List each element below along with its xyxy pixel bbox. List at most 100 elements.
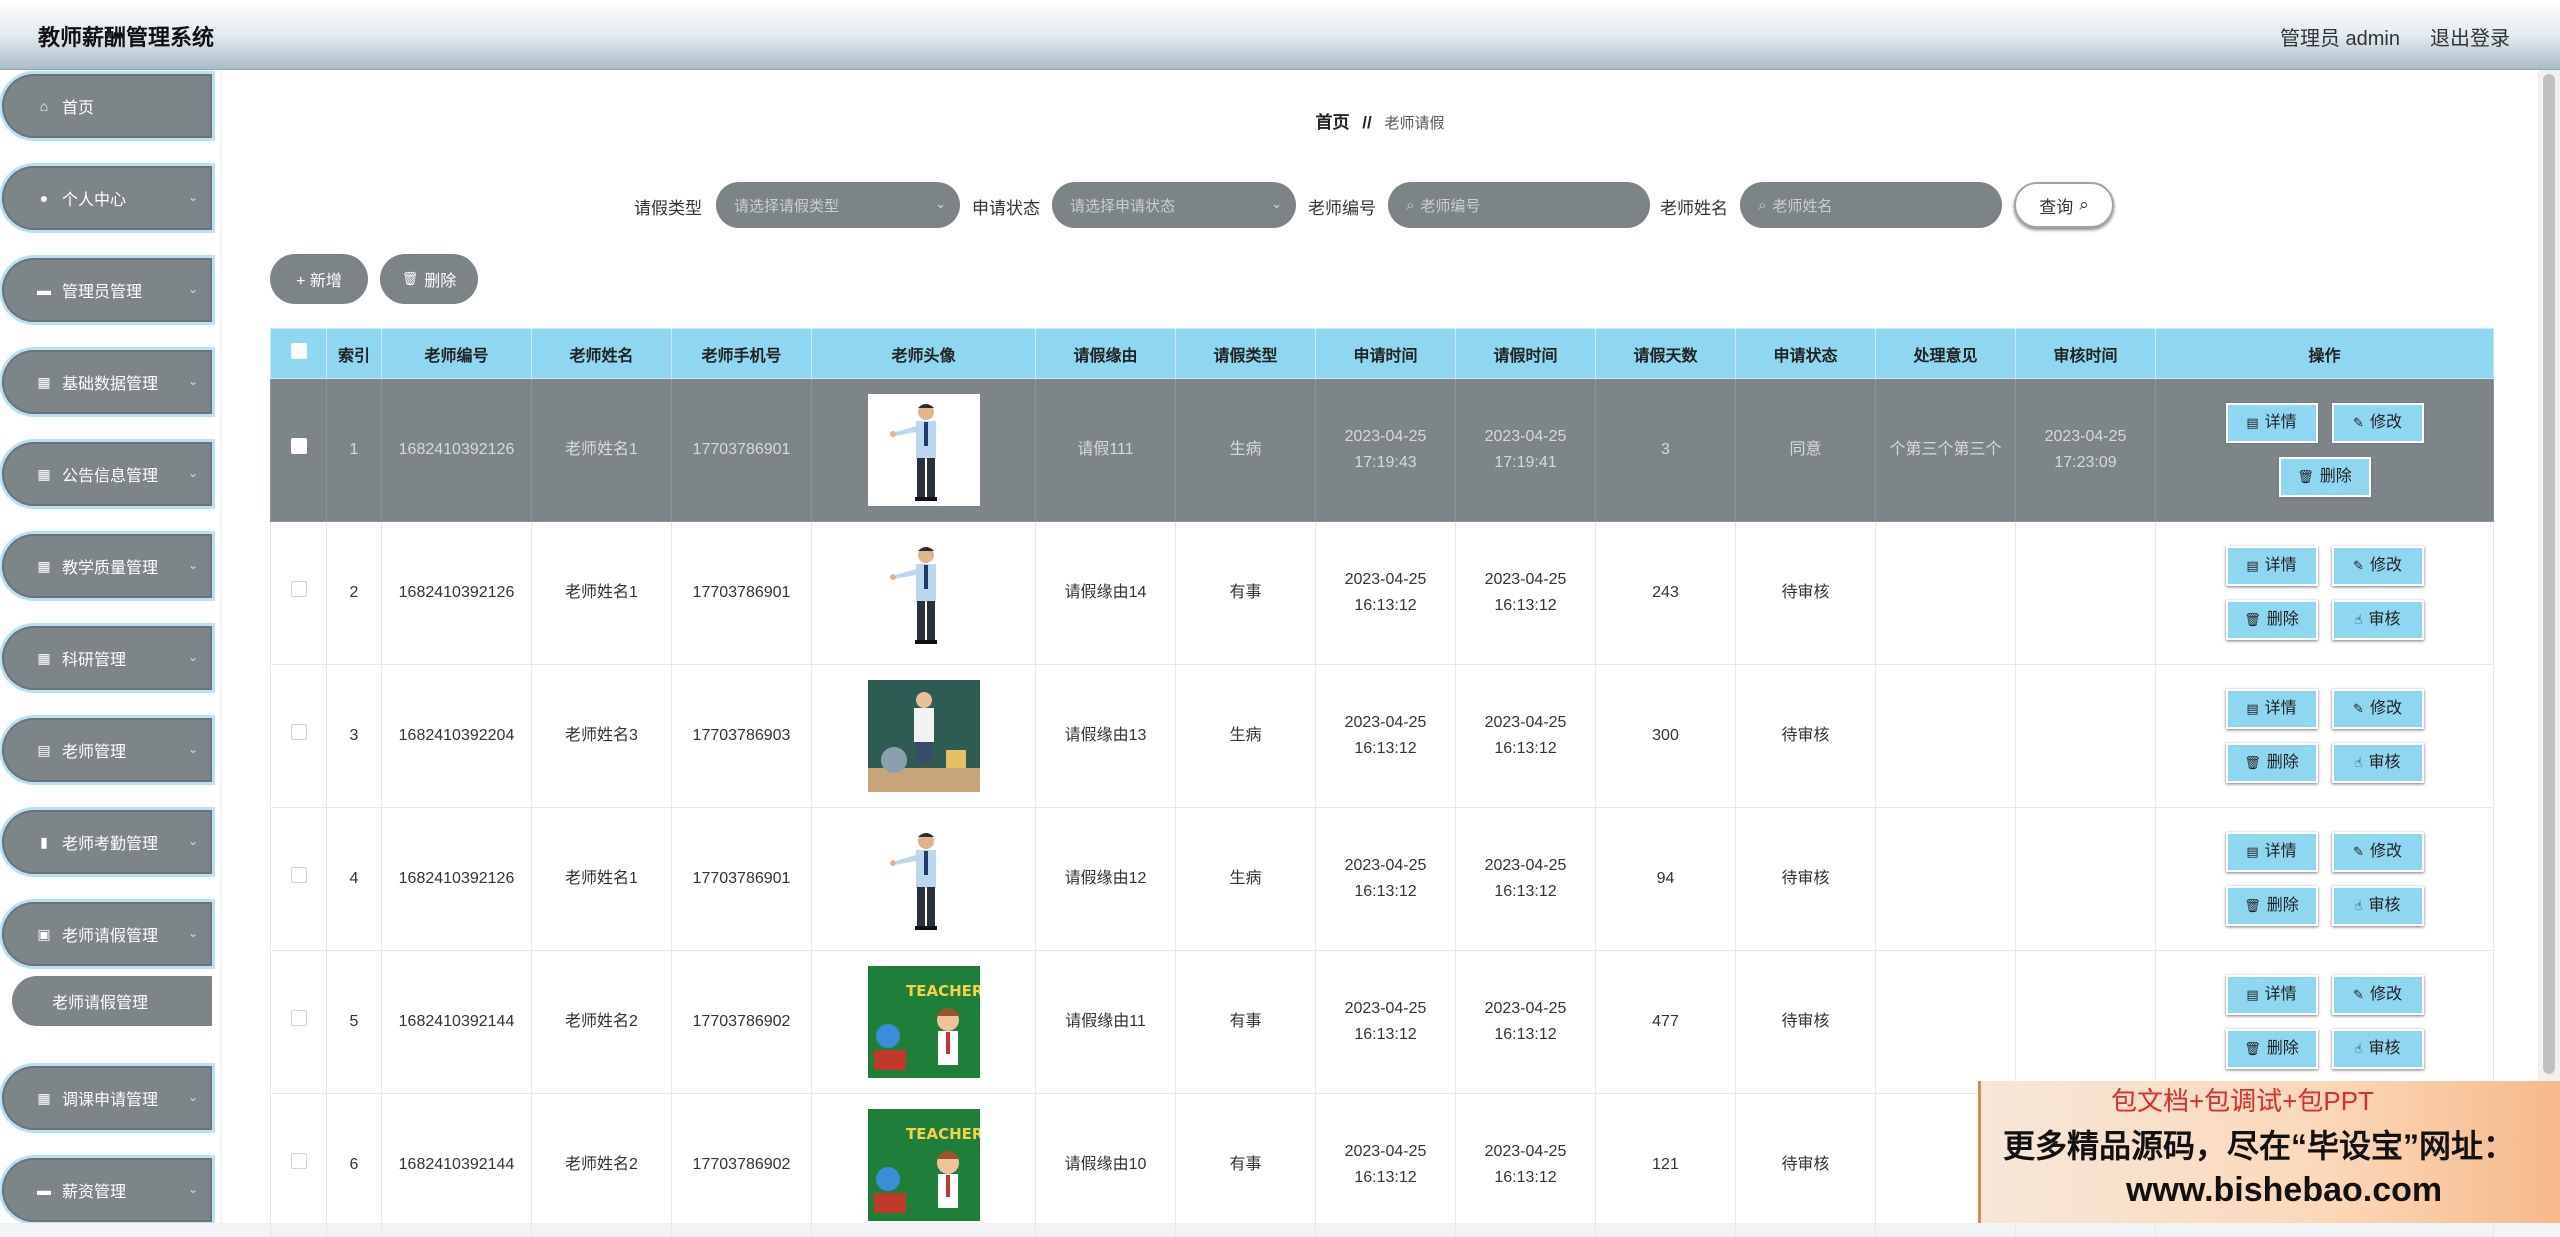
reason-cell: 请假111	[1035, 378, 1176, 522]
detail-button[interactable]: ▤ 详情	[2225, 975, 2318, 1015]
chevron-down-icon: ⌄	[1271, 196, 1282, 211]
sidebar-item-6[interactable]: ▦ 科研管理 ⌄	[2, 626, 212, 690]
row-delete-button[interactable]: 🗑 删除	[2225, 1029, 2318, 1069]
delete-button[interactable]: 🗑 删除	[380, 254, 478, 304]
table-row[interactable]: 51682410392144老师姓名217703786902 TEACHER'S 请…	[270, 950, 2494, 1094]
edit-button[interactable]: ✎ 修改	[2331, 403, 2424, 443]
teacher-no-placeholder: 老师编号	[1420, 197, 1481, 215]
sidebar-item-2[interactable]: ▬ 管理员管理 ⌄	[2, 258, 212, 322]
row-checkbox[interactable]	[290, 867, 307, 883]
column-header: 请假缘由	[1035, 328, 1176, 379]
sidebar-item-8[interactable]: ▮ 老师考勤管理 ⌄	[2, 810, 212, 874]
actions-cell: ▤ 详情 ✎ 修改 🗑 删除 ☝ 审核	[2155, 521, 2494, 665]
sidebar-item-7[interactable]: ▤ 老师管理 ⌄	[2, 718, 212, 782]
audit-time-cell	[2015, 950, 2156, 1094]
row-checkbox[interactable]	[290, 1010, 307, 1026]
edit-button[interactable]: ✎ 修改	[2331, 975, 2424, 1015]
reason-cell: 请假缘由10	[1035, 1093, 1176, 1237]
row-checkbox[interactable]	[290, 438, 307, 454]
edit-button[interactable]: ✎ 修改	[2331, 689, 2424, 729]
edit-button[interactable]: ✎ 修改	[2331, 832, 2424, 872]
audit-button[interactable]: ☝ 审核	[2331, 886, 2424, 926]
audit-button[interactable]: ☝ 审核	[2331, 743, 2424, 783]
query-button[interactable]: 查询 ⌕	[2014, 182, 2114, 228]
sidebar-item-10[interactable]: ▦ 调课申请管理 ⌄	[2, 1066, 212, 1130]
chevron-down-icon: ⌄	[187, 1090, 198, 1104]
sidebar-item-label: 调课申请管理	[62, 1092, 159, 1109]
row-delete-button[interactable]: 🗑 删除	[2225, 743, 2318, 783]
leave-type-select[interactable]: 请选择请假类型 ⌄	[716, 182, 960, 228]
row-delete-button[interactable]: 🗑 删除	[2225, 600, 2318, 640]
actions-cell: ▤ 详情 ✎ 修改 🗑 删除 ☝ 审核	[2155, 664, 2494, 808]
current-user: 管理员 admin	[2279, 28, 2400, 50]
phone-cell: 17703786902	[671, 950, 812, 1094]
sidebar-item-5[interactable]: ▦ 教学质量管理 ⌄	[2, 534, 212, 598]
opinion-cell: 个第三个第三个	[1875, 378, 2016, 522]
top-header: 教师薪酬管理系统 管理员 admin 退出登录	[0, 0, 2560, 70]
teacher-name-cell: 老师姓名1	[531, 807, 672, 951]
sidebar-item-11[interactable]: ▬ 薪资管理 ⌄	[2, 1158, 212, 1222]
grid-icon: ▦	[37, 557, 51, 574]
detail-button[interactable]: ▤ 详情	[2225, 546, 2318, 586]
pencil-icon: ✎	[2353, 415, 2364, 430]
row-checkbox[interactable]	[290, 724, 307, 740]
status-cell: 待审核	[1735, 950, 1876, 1094]
search-icon: ⌕	[1406, 196, 1415, 214]
breadcrumb-home[interactable]: 首页	[1316, 113, 1350, 132]
row-actions: ▤ 详情 ✎ 修改 🗑 删除 ☝ 审核	[2220, 975, 2430, 1069]
teacher-name-cell: 老师姓名2	[531, 950, 672, 1094]
table-row[interactable]: 1 1682410392126 老师姓名1 17703786901 请假111 生病 202…	[270, 378, 2494, 522]
teacher-no-cell: 1682410392126	[381, 807, 532, 951]
row-checkbox[interactable]	[290, 581, 307, 597]
sidebar-subitem-teacher-leave[interactable]: 老师请假管理	[12, 976, 212, 1026]
sidebar-item-4[interactable]: ▦ 公告信息管理 ⌄	[2, 442, 212, 506]
type-cell: 有事	[1175, 1093, 1316, 1237]
row-actions: ▤ 详情 ✎ 修改 🗑 删除 ☝ 审核	[2220, 832, 2430, 926]
table-row[interactable]: 2 1682410392126 老师姓名1 17703786901 请假缘由14 有事 20…	[270, 521, 2494, 665]
sidebar-item-0[interactable]: ⌂ 首页	[2, 74, 212, 138]
status-cell: 待审核	[1735, 664, 1876, 808]
teacher-name-cell: 老师姓名3	[531, 664, 672, 808]
pencil-icon: ✎	[2353, 558, 2364, 573]
sidebar-item-label: 老师请假管理	[62, 928, 159, 945]
promo-line-3: www.bishebao.com	[2126, 1171, 2443, 1209]
status-select[interactable]: 请选择申请状态 ⌄	[1052, 182, 1296, 228]
table-row[interactable]: 3 1682410392204 老师姓名3 17703786903 请假缘由13 生病 20…	[270, 664, 2494, 808]
page-scrollbar[interactable]	[2538, 70, 2560, 1223]
leave-time-cell: 2023-04-25 16:13:12	[1455, 521, 1596, 665]
apply-time-cell: 2023-04-25 16:13:12	[1315, 521, 1456, 665]
row-delete-button[interactable]: 🗑 删除	[2225, 886, 2318, 926]
column-header: 老师编号	[381, 328, 532, 379]
avatar-cell	[811, 378, 1036, 522]
detail-button[interactable]: ▤ 详情	[2225, 403, 2318, 443]
row-checkbox[interactable]	[290, 1153, 307, 1169]
edit-button[interactable]: ✎ 修改	[2331, 546, 2424, 586]
chevron-down-icon: ⌄	[935, 196, 946, 211]
breadcrumb-current: 老师请假	[1384, 115, 1445, 132]
teacher-no-input[interactable]: ⌕ 老师编号	[1388, 182, 1650, 228]
column-header: 操作	[2155, 328, 2494, 379]
sidebar-item-9[interactable]: ▣ 老师请假管理 ⌄	[2, 902, 212, 966]
teacher-name-cell: 老师姓名2	[531, 1093, 672, 1237]
audit-button[interactable]: ☝ 审核	[2331, 1029, 2424, 1069]
detail-button[interactable]: ▤ 详情	[2225, 832, 2318, 872]
teacher-no-cell: 1682410392144	[381, 950, 532, 1094]
days-cell: 94	[1595, 807, 1736, 951]
sidebar-item-label: 基础数据管理	[62, 376, 159, 393]
detail-button[interactable]: ▤ 详情	[2225, 689, 2318, 729]
document-icon: ▤	[2246, 701, 2259, 716]
table-row[interactable]: 4 1682410392126 老师姓名1 17703786901 请假缘由12 生病 20…	[270, 807, 2494, 951]
add-button[interactable]: + 新增	[270, 254, 368, 304]
select-all-checkbox[interactable]	[290, 343, 307, 359]
sidebar-item-1[interactable]: ● 个人中心 ⌄	[2, 166, 212, 230]
row-select-cell	[270, 1093, 327, 1237]
row-delete-button[interactable]: 🗑 删除	[2278, 457, 2371, 497]
row-select-cell	[270, 950, 327, 1094]
audit-button[interactable]: ☝ 审核	[2331, 600, 2424, 640]
logout-link[interactable]: 退出登录	[2430, 22, 2510, 51]
teacher-name-input[interactable]: ⌕ 老师姓名	[1740, 182, 2002, 228]
phone-cell: 17703786902	[671, 1093, 812, 1237]
document-icon: ▤	[2246, 415, 2259, 430]
sidebar-item-3[interactable]: ▦ 基础数据管理 ⌄	[2, 350, 212, 414]
scrollbar-thumb[interactable]	[2543, 74, 2555, 1074]
